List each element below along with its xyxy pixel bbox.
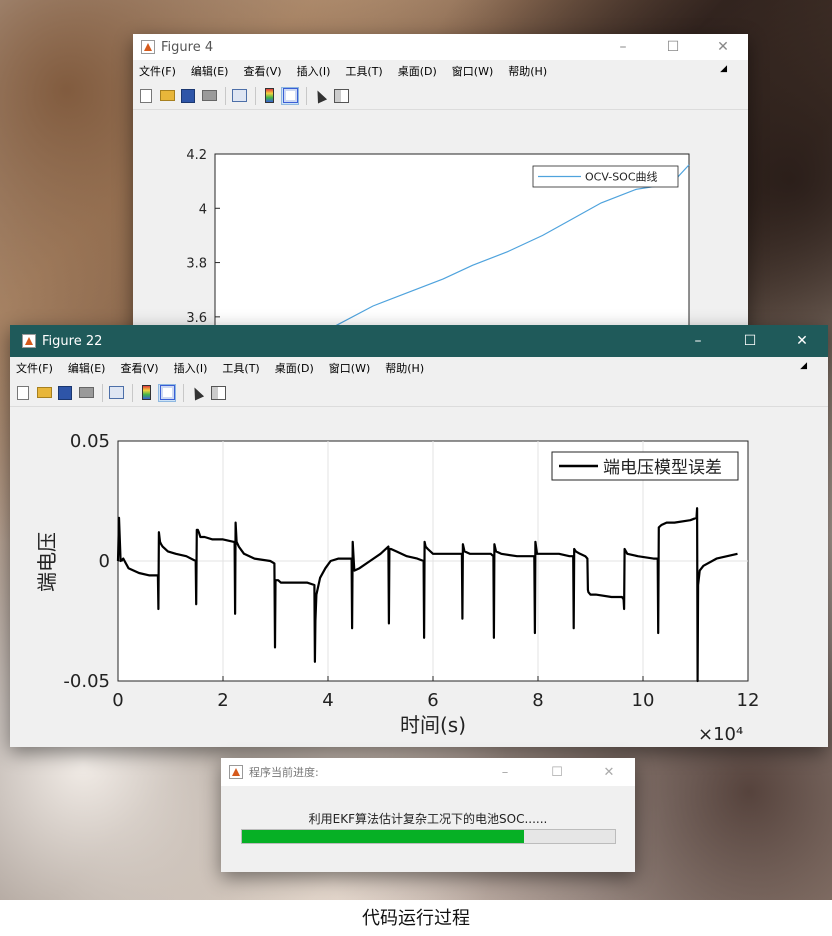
progress-dialog[interactable]: 程序当前进度: – ☐ ✕ 利用EKF算法估计复杂工况下的电池SOC...... [221,758,635,872]
figure-22-menubar: 文件(F) 编辑(E) 查看(V) 插入(I) 工具(T) 桌面(D) 窗口(W… [10,357,828,379]
x-tick-label: 4 [322,690,333,711]
figure-22-toolbar [10,379,828,407]
menu-tools[interactable]: 工具(T) [345,63,382,79]
toolbar-separator [183,383,184,402]
menu-desktop[interactable]: 桌面(D) [398,63,437,79]
pointer-icon[interactable] [311,87,329,105]
menu-file[interactable]: 文件(F) [139,63,176,79]
x-tick-label: 0 [112,690,123,711]
menu-desktop[interactable]: 桌面(D) [275,360,314,376]
menu-tools[interactable]: 工具(T) [222,360,259,376]
menu-window[interactable]: 窗口(W) [329,360,370,376]
menu-window[interactable]: 窗口(W) [452,63,493,79]
pointer-icon[interactable] [188,384,206,402]
colorbar-icon[interactable] [137,384,155,402]
matlab-icon [229,765,243,779]
y-tick-label: 3.6 [186,311,207,326]
figure-4-window[interactable]: Figure 4 – ☐ ✕ 文件(F) 编辑(E) 查看(V) 插入(I) 工… [133,34,748,334]
open-folder-icon[interactable] [158,87,176,105]
toolbar-separator [102,383,103,402]
progress-message: 利用EKF算法估计复杂工况下的电池SOC...... [308,812,548,826]
link-plot-icon[interactable] [230,87,248,105]
legend-icon[interactable] [281,86,299,105]
maximize-button[interactable]: ☐ [648,34,698,60]
menu-edit[interactable]: 编辑(E) [68,360,106,376]
x-tick-label: 6 [427,690,438,711]
figure-caption: 代码运行过程 [362,908,470,929]
toolbar-separator [132,383,133,402]
menu-file[interactable]: 文件(F) [16,360,53,376]
minimize-button[interactable]: – [672,325,724,357]
close-button[interactable]: ✕ [776,325,828,357]
save-icon[interactable] [56,384,74,402]
property-panel-icon[interactable] [209,384,227,402]
ocv-soc-plot: 3.6 3.8 4 4.2 OCV-SOC曲线 [186,148,690,334]
open-folder-icon[interactable] [35,384,53,402]
x-multiplier: ×10⁴ [698,724,743,745]
minimize-button[interactable]: – [598,34,648,60]
close-button[interactable]: ✕ [583,758,635,786]
toolbar-separator [255,86,256,105]
menu-help[interactable]: 帮助(H) [385,360,424,376]
legend-label: OCV-SOC曲线 [585,170,658,184]
x-tick-label: 8 [532,690,543,711]
new-file-icon[interactable] [137,87,155,105]
figure-22-title: Figure 22 [42,333,103,349]
figure-4-toolbar [133,82,748,110]
maximize-button[interactable]: ☐ [531,758,583,786]
print-icon[interactable] [200,87,218,105]
figure-22-titlebar[interactable]: Figure 22 – ☐ ✕ [10,325,828,357]
x-tick-label: 12 [737,690,760,711]
menu-view[interactable]: 查看(V) [120,360,158,376]
print-icon[interactable] [77,384,95,402]
y-ticks: 0.05 0 -0.05 [63,431,123,692]
figure-4-titlebar[interactable]: Figure 4 – ☐ ✕ [133,34,748,60]
legend: OCV-SOC曲线 [532,165,679,188]
menu-overflow-icon[interactable]: ◢ [800,361,807,371]
menu-insert[interactable]: 插入(I) [297,63,331,79]
matlab-icon [22,334,36,348]
y-tick-label: 4 [199,202,207,217]
link-plot-icon[interactable] [107,384,125,402]
desktop-wallpaper: Figure 4 – ☐ ✕ 文件(F) 编辑(E) 查看(V) 插入(I) 工… [0,0,832,900]
menu-overflow-icon[interactable]: ◢ [720,64,727,74]
matlab-icon [141,40,155,54]
maximize-button[interactable]: ☐ [724,325,776,357]
legend: 端电压模型误差 [551,451,739,481]
figure-22-window[interactable]: Figure 22 – ☐ ✕ 文件(F) 编辑(E) 查看(V) 插入(I) … [10,325,828,747]
x-tick-label: 10 [632,690,655,711]
menu-edit[interactable]: 编辑(E) [191,63,229,79]
y-tick-label: 3.8 [186,257,207,272]
voltage-error-plot: 0 2 4 6 8 10 12 0.050-0.05 时间(s) ×10⁴ 端电压 端电压模… [10,414,828,747]
figure-4-menubar: 文件(F) 编辑(E) 查看(V) 插入(I) 工具(T) 桌面(D) 窗口(W… [133,60,748,82]
minimize-button[interactable]: – [479,758,531,786]
colorbar-icon[interactable] [260,87,278,105]
figure-4-title: Figure 4 [161,39,214,55]
property-panel-icon[interactable] [332,87,350,105]
toolbar-separator [225,86,226,105]
progress-title: 程序当前进度: [249,766,319,779]
x-tick-label: 2 [217,690,228,711]
progress-bar [241,829,616,844]
y-tick-label: 0.05 [70,431,110,452]
menu-insert[interactable]: 插入(I) [174,360,208,376]
y-tick-label: 0 [99,551,110,572]
y-tick-label: -0.05 [63,671,110,692]
progress-titlebar[interactable]: 程序当前进度: – ☐ ✕ [221,758,635,786]
legend-label: 端电压模型误差 [603,458,722,478]
menu-help[interactable]: 帮助(H) [508,63,547,79]
progress-bar-fill [242,830,524,843]
y-tick-label: 4.2 [186,148,207,163]
y-axis-label: 端电压 [35,532,59,592]
menu-view[interactable]: 查看(V) [243,63,281,79]
new-file-icon[interactable] [14,384,32,402]
close-button[interactable]: ✕ [698,34,748,60]
legend-icon[interactable] [158,383,176,402]
toolbar-separator [306,86,307,105]
save-icon[interactable] [179,87,197,105]
x-axis-label: 时间(s) [400,713,466,737]
